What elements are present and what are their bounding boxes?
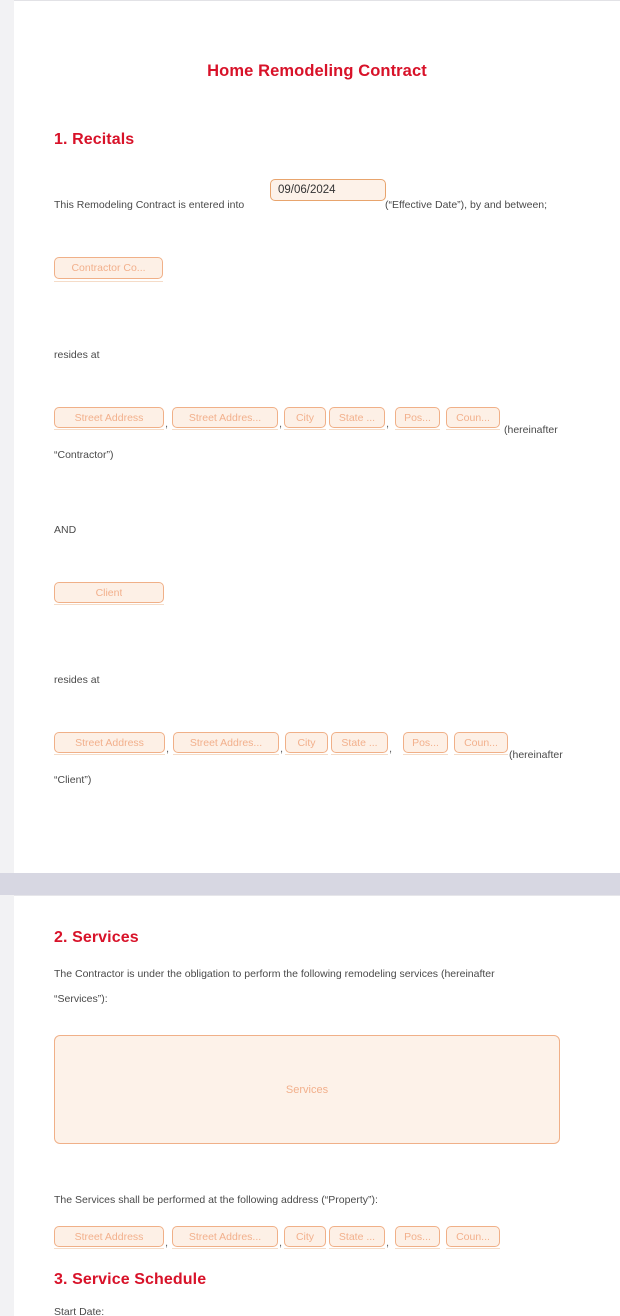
contractor-state-field[interactable]: State ... xyxy=(329,407,385,428)
recitals-intro-suffix: (“Effective Date”), by and between; xyxy=(385,199,548,211)
contractor-street2-placeholder: Street Addres... xyxy=(188,411,262,424)
address-comma: , xyxy=(279,418,283,430)
client-country-underline xyxy=(454,754,508,755)
client-street2-underline xyxy=(173,754,279,755)
services-description-textarea[interactable]: Services xyxy=(54,1035,560,1144)
contractor-country-placeholder: Coun... xyxy=(456,411,490,424)
property-street2-field[interactable]: Street Addres... xyxy=(172,1226,278,1247)
client-postal-placeholder: Pos... xyxy=(412,736,439,749)
contractor-street1-field[interactable]: Street Address xyxy=(54,407,164,428)
conjunction-and: AND xyxy=(54,524,77,536)
contractor-street2-field[interactable]: Street Addres... xyxy=(172,407,278,428)
contractor-company-field[interactable]: Contractor Co... xyxy=(54,257,163,279)
section-heading-service-schedule: 3. Service Schedule xyxy=(54,1271,207,1288)
contractor-company-placeholder: Contractor Co... xyxy=(71,262,146,274)
client-country-field[interactable]: Coun... xyxy=(454,732,508,753)
client-name-underline xyxy=(54,604,164,605)
address-comma: , xyxy=(389,743,393,755)
contractor-state-underline xyxy=(329,429,385,430)
address-comma: , xyxy=(279,1237,283,1249)
effective-date-field[interactable]: 09/06/2024 xyxy=(270,179,386,201)
property-postal-placeholder: Pos... xyxy=(404,1230,431,1243)
contractor-postal-field[interactable]: Pos... xyxy=(395,407,440,428)
document-page-1: Home Remodeling Contract 1. Recitals Thi… xyxy=(14,0,620,873)
services-textarea-placeholder: Services xyxy=(285,1083,329,1096)
client-street1-field[interactable]: Street Address xyxy=(54,732,165,753)
property-state-placeholder: State ... xyxy=(338,1230,376,1243)
client-postal-underline xyxy=(403,754,448,755)
client-hereinafter: (hereinafter xyxy=(509,749,563,761)
client-city-field[interactable]: City xyxy=(285,732,328,753)
contractor-state-placeholder: State ... xyxy=(338,411,376,424)
contractor-country-underline xyxy=(446,429,500,430)
property-city-placeholder: City xyxy=(295,1230,315,1243)
client-street2-placeholder: Street Addres... xyxy=(189,736,263,749)
client-state-underline xyxy=(331,754,388,755)
client-name-placeholder: Client xyxy=(95,586,123,599)
address-comma: , xyxy=(386,1237,390,1249)
property-country-underline xyxy=(446,1248,500,1249)
property-street2-underline xyxy=(172,1248,278,1249)
property-state-underline xyxy=(329,1248,385,1249)
contractor-street1-underline xyxy=(54,429,164,430)
property-postal-underline xyxy=(395,1248,440,1249)
services-paragraph-line-2: “Services”): xyxy=(54,993,108,1005)
contractor-postal-underline xyxy=(395,429,440,430)
client-name-field[interactable]: Client xyxy=(54,582,164,603)
contractor-postal-placeholder: Pos... xyxy=(404,411,431,424)
contractor-city-underline xyxy=(284,429,326,430)
client-resides-label: resides at xyxy=(54,674,100,686)
property-city-underline xyxy=(284,1248,326,1249)
client-street1-underline xyxy=(54,754,165,755)
contractor-country-field[interactable]: Coun... xyxy=(446,407,500,428)
contractor-resides-label: resides at xyxy=(54,349,100,361)
property-city-field[interactable]: City xyxy=(284,1226,326,1247)
address-comma: , xyxy=(165,1237,169,1249)
address-comma: , xyxy=(280,743,284,755)
document-page-2: 2. Services The Contractor is under the … xyxy=(14,895,620,1316)
client-postal-field[interactable]: Pos... xyxy=(403,732,448,753)
contractor-street2-underline xyxy=(172,429,278,430)
contractor-party-label: “Contractor”) xyxy=(54,449,114,461)
client-party-label: “Client”) xyxy=(54,774,92,786)
address-comma: , xyxy=(165,418,169,430)
client-state-placeholder: State ... xyxy=(341,736,378,749)
contractor-city-field[interactable]: City xyxy=(284,407,326,428)
page-title: Home Remodeling Contract xyxy=(207,62,427,80)
property-address-label: The Services shall be performed at the f… xyxy=(54,1194,378,1206)
services-paragraph-line-1: The Contractor is under the obligation t… xyxy=(54,968,495,980)
property-state-field[interactable]: State ... xyxy=(329,1226,385,1247)
property-street1-underline xyxy=(54,1248,164,1249)
contractor-street1-placeholder: Street Address xyxy=(74,411,144,424)
property-street1-field[interactable]: Street Address xyxy=(54,1226,164,1247)
address-comma: , xyxy=(386,418,390,430)
client-country-placeholder: Coun... xyxy=(464,736,498,749)
property-street2-placeholder: Street Addres... xyxy=(188,1230,262,1243)
section-heading-services: 2. Services xyxy=(54,929,139,946)
recitals-intro-prefix: This Remodeling Contract is entered into xyxy=(54,199,245,211)
client-city-underline xyxy=(285,754,328,755)
property-country-placeholder: Coun... xyxy=(456,1230,490,1243)
property-postal-field[interactable]: Pos... xyxy=(395,1226,440,1247)
property-street1-placeholder: Street Address xyxy=(74,1230,144,1243)
section-heading-recitals: 1. Recitals xyxy=(54,131,135,148)
client-street2-field[interactable]: Street Addres... xyxy=(173,732,279,753)
client-city-placeholder: City xyxy=(297,736,316,749)
document-viewport[interactable]: Home Remodeling Contract 1. Recitals Thi… xyxy=(0,0,620,1316)
contractor-company-underline xyxy=(54,281,163,282)
client-state-field[interactable]: State ... xyxy=(331,732,388,753)
client-street1-placeholder: Street Address xyxy=(75,736,144,749)
address-comma: , xyxy=(166,743,170,755)
page-break-separator xyxy=(0,873,620,895)
contractor-city-placeholder: City xyxy=(295,411,315,424)
property-country-field[interactable]: Coun... xyxy=(446,1226,500,1247)
start-date-label: Start Date: xyxy=(54,1306,105,1316)
contractor-hereinafter: (hereinafter xyxy=(504,424,558,436)
effective-date-value: 09/06/2024 xyxy=(278,184,336,196)
